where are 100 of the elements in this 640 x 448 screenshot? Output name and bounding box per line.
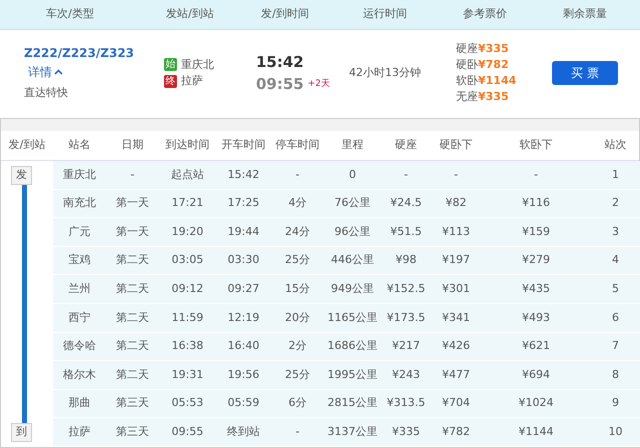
column-header: 硬卧下: [438, 137, 474, 154]
table-cell: 15:42: [216, 161, 271, 190]
table-cell: 19:44: [216, 218, 271, 247]
table-cell: 第二天: [106, 246, 159, 276]
table-cell: 3137公里: [324, 418, 381, 447]
table-cell: 09:55: [159, 418, 216, 447]
travel-duration: 42小时13分钟: [349, 66, 421, 79]
table-cell: ¥152.5: [381, 275, 431, 304]
table-cell: 2815公里: [324, 390, 381, 418]
table-cell: ¥279: [481, 246, 591, 276]
column-header: 停车时间: [274, 137, 320, 154]
table-cell: 19:56: [216, 361, 271, 390]
table-cell: ¥782: [431, 418, 481, 447]
column-header: 发/到站: [8, 137, 46, 154]
table-cell: ¥335: [381, 418, 431, 447]
table-cell: 1: [591, 161, 640, 190]
fare: ¥1144: [478, 74, 516, 87]
table-cell: 17:25: [216, 190, 271, 218]
table-cell: 第二天: [106, 275, 159, 304]
column-header: 发/到时间: [260, 6, 310, 22]
table-cell: 拉萨: [53, 418, 106, 447]
table-cell: 96公里: [324, 218, 381, 247]
table-cell: 15分: [271, 275, 324, 304]
table-cell: ¥477: [431, 361, 481, 390]
table-cell: ¥217: [381, 332, 431, 362]
origin-tag: 始: [164, 58, 177, 72]
table-cell: 19:31: [159, 361, 216, 390]
column-header: 硬座: [394, 137, 418, 154]
column-header: 到达时间: [164, 137, 210, 154]
table-cell: 第一天: [106, 190, 159, 218]
column-header: 站次: [604, 137, 628, 154]
table-cell: 16:40: [216, 332, 271, 362]
table-cell: ¥426: [431, 332, 481, 362]
table-cell: 西宁: [53, 304, 106, 333]
buy-ticket-button[interactable]: 买 票: [552, 61, 618, 85]
details-link[interactable]: 详情: [28, 64, 63, 79]
arrival-time: 09:55: [256, 74, 304, 95]
column-header: 里程: [340, 137, 364, 154]
station-name: 拉萨: [181, 73, 203, 89]
column-header: 开车时间: [220, 137, 266, 154]
seat-type: 硬卧: [456, 58, 478, 71]
fare: ¥782: [478, 58, 509, 71]
table-cell: 第二天: [106, 332, 159, 362]
table-cell: ¥341: [431, 304, 481, 333]
table-cell: 76公里: [324, 190, 381, 218]
table-cell: ¥493: [481, 304, 591, 333]
table-cell: 广元: [53, 218, 106, 247]
table-cell: 1995公里: [324, 361, 381, 390]
table-cell: 24分: [271, 218, 324, 247]
table-cell: 0: [324, 161, 381, 190]
table-cell: -: [106, 161, 159, 190]
table-cell: 9: [591, 390, 640, 418]
seat-type: 硬座: [456, 42, 478, 55]
table-cell: 起点站: [159, 161, 216, 190]
train-type: 直达特快: [24, 85, 69, 102]
departure-tag: 发: [11, 166, 32, 184]
table-cell: -: [271, 418, 324, 447]
table-cell: -: [271, 161, 324, 190]
table-cell: 终到站: [216, 418, 271, 447]
table-cell: 09:12: [159, 275, 216, 304]
table-cell: 8: [591, 361, 640, 390]
table-cell: 南充北: [53, 190, 106, 218]
seat-type: 软卧: [456, 74, 478, 87]
table-cell: ¥24.5: [381, 190, 431, 218]
column-header: 运行时间: [362, 6, 408, 22]
table-cell: 第三天: [106, 418, 159, 447]
table-cell: 德令哈: [53, 332, 106, 362]
table-cell: 第三天: [106, 390, 159, 418]
train-number: Z222/Z223/Z323: [24, 46, 134, 60]
table-cell: ¥621: [481, 332, 591, 362]
table-cell: ¥116: [481, 190, 591, 218]
table-cell: 11:59: [159, 304, 216, 333]
table-cell: 949公里: [324, 275, 381, 304]
table-cell: ¥301: [431, 275, 481, 304]
table-cell: ¥1144: [481, 418, 591, 447]
column-header: 软卧下: [518, 137, 554, 154]
column-header: 参考票价: [462, 6, 508, 22]
column-header: 车次/类型: [45, 6, 95, 22]
fare: ¥335: [478, 42, 509, 55]
column-header: 站名: [68, 137, 92, 154]
table-cell: 6分: [271, 390, 324, 418]
table-cell: 5: [591, 275, 640, 304]
table-cell: 446公里: [324, 246, 381, 276]
table-cell: -: [431, 161, 481, 190]
table-cell: 03:30: [216, 246, 271, 276]
table-cell: 第二天: [106, 361, 159, 390]
table-cell: ¥694: [481, 361, 591, 390]
column-header: 剩余票量: [562, 6, 608, 22]
departure-time: 15:42: [256, 52, 305, 72]
table-cell: 10: [591, 418, 640, 447]
table-cell: 7: [591, 332, 640, 362]
table-cell: 2分: [271, 332, 324, 362]
table-cell: 格尔木: [53, 361, 106, 390]
table-cell: ¥98: [381, 246, 431, 276]
station-name: 重庆北: [181, 56, 214, 72]
table-cell: -: [381, 161, 431, 190]
table-cell: ¥313.5: [381, 390, 431, 418]
table-cell: 6: [591, 304, 640, 333]
table-cell: 兰州: [53, 275, 106, 304]
table-cell: ¥243: [381, 361, 431, 390]
